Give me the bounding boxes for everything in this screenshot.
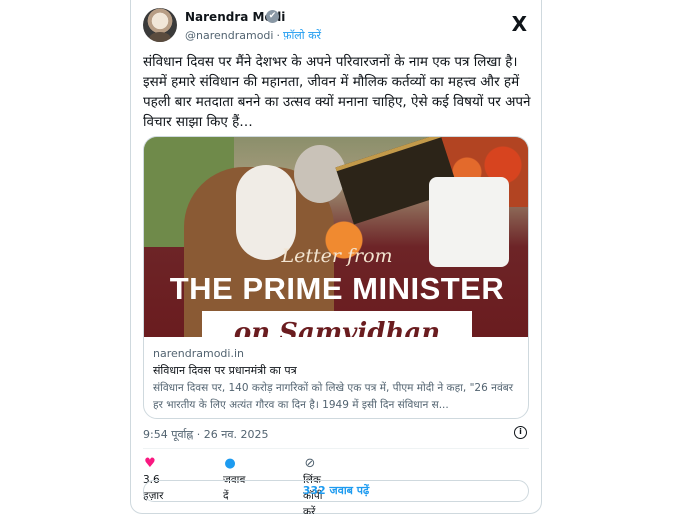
divider <box>143 448 529 449</box>
link-preview-image[interactable]: Letter from THE PRIME MINISTER on Samvid… <box>144 137 528 337</box>
separator: · <box>276 29 280 42</box>
info-icon[interactable]: i <box>514 426 527 439</box>
x-logo-icon[interactable]: X <box>512 12 527 36</box>
tweet-timestamp[interactable]: 9:54 पूर्वाह्न · 26 नव. 2025 <box>143 427 268 442</box>
link-preview-card[interactable]: Letter from THE PRIME MINISTER on Samvid… <box>143 136 529 419</box>
image-title: THE PRIME MINISTER <box>169 271 505 306</box>
reply-button[interactable]: ●जवाब दें <box>223 456 245 502</box>
author-handle[interactable]: @narendramodi <box>185 29 273 42</box>
link-domain: narendramodi.in <box>153 347 244 360</box>
follow-button[interactable]: फ़ॉलो करें <box>283 29 321 42</box>
verified-badge-icon: ✔ <box>266 10 279 23</box>
image-script-text: Letter from <box>281 245 393 267</box>
like-button[interactable]: ♥3.6 हज़ार <box>143 456 163 502</box>
heart-icon: ♥ <box>144 456 156 471</box>
image-band-text: on Samvidhan Diwas <box>202 311 472 337</box>
tweet-header: Narendra Modi ✔ @narendramodi · फ़ॉलो करें… <box>143 6 529 42</box>
embedded-tweet-card: Narendra Modi ✔ @narendramodi · फ़ॉलो करें… <box>130 0 542 514</box>
copy-link-button[interactable]: ⊘लिंक कॉपी करें <box>303 456 323 514</box>
author-handle-row: @narendramodi · फ़ॉलो करें <box>185 28 321 43</box>
link-title: संविधान दिवस पर प्रधानमंत्री का पत्र <box>153 364 297 377</box>
avatar[interactable] <box>143 8 177 42</box>
link-description: संविधान दिवस पर, 140 करोड़ नागरिकों को ल… <box>153 382 514 411</box>
read-replies-button[interactable]: 332 जवाब पढ़ें <box>143 480 529 502</box>
tweet-text: संविधान दिवस पर मैंने देशभर के अपने परिव… <box>143 54 531 130</box>
reply-bubble-icon: ● <box>224 456 236 471</box>
link-icon: ⊘ <box>304 456 316 471</box>
